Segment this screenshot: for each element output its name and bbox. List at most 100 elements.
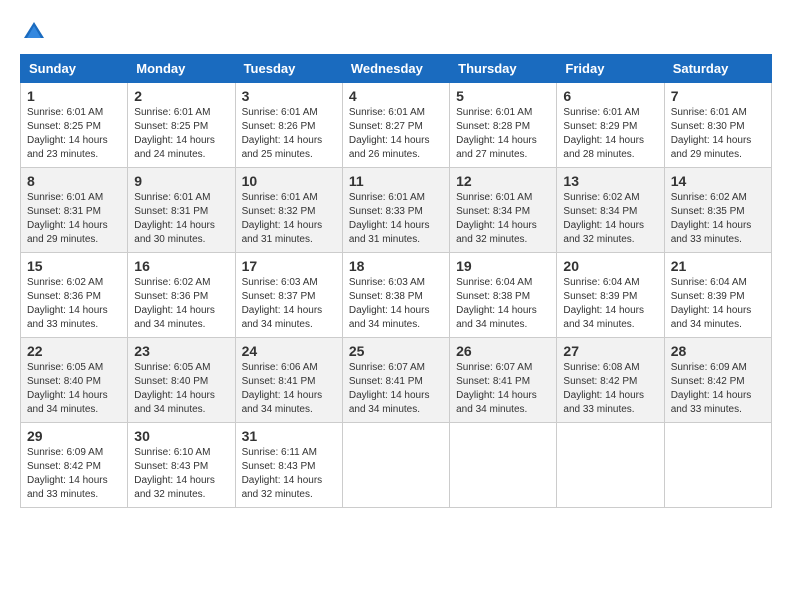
calendar-cell <box>664 423 771 508</box>
page-header <box>20 20 772 44</box>
cell-content: Sunrise: 6:04 AMSunset: 8:39 PMDaylight:… <box>671 276 765 332</box>
calendar-header-monday: Monday <box>128 55 235 83</box>
calendar-header-tuesday: Tuesday <box>235 55 342 83</box>
calendar-cell: 10 Sunrise: 6:01 AMSunset: 8:32 PMDayligh… <box>235 168 342 253</box>
calendar-header-sunday: Sunday <box>21 55 128 83</box>
day-number: 10 <box>242 173 336 189</box>
calendar-cell: 16 Sunrise: 6:02 AMSunset: 8:36 PMDayligh… <box>128 253 235 338</box>
day-number: 29 <box>27 428 121 444</box>
calendar-cell: 12 Sunrise: 6:01 AMSunset: 8:34 PMDayligh… <box>450 168 557 253</box>
cell-content: Sunrise: 6:07 AMSunset: 8:41 PMDaylight:… <box>349 361 443 417</box>
cell-content: Sunrise: 6:09 AMSunset: 8:42 PMDaylight:… <box>671 361 765 417</box>
calendar-week-2: 8 Sunrise: 6:01 AMSunset: 8:31 PMDaylight… <box>21 168 772 253</box>
day-number: 3 <box>242 88 336 104</box>
calendar-cell: 17 Sunrise: 6:03 AMSunset: 8:37 PMDayligh… <box>235 253 342 338</box>
cell-content: Sunrise: 6:07 AMSunset: 8:41 PMDaylight:… <box>456 361 550 417</box>
day-number: 15 <box>27 258 121 274</box>
cell-content: Sunrise: 6:02 AMSunset: 8:36 PMDaylight:… <box>134 276 228 332</box>
day-number: 31 <box>242 428 336 444</box>
calendar-cell: 28 Sunrise: 6:09 AMSunset: 8:42 PMDayligh… <box>664 338 771 423</box>
day-number: 27 <box>563 343 657 359</box>
day-number: 6 <box>563 88 657 104</box>
day-number: 28 <box>671 343 765 359</box>
day-number: 26 <box>456 343 550 359</box>
day-number: 25 <box>349 343 443 359</box>
calendar-header-thursday: Thursday <box>450 55 557 83</box>
cell-content: Sunrise: 6:06 AMSunset: 8:41 PMDaylight:… <box>242 361 336 417</box>
calendar-week-4: 22 Sunrise: 6:05 AMSunset: 8:40 PMDayligh… <box>21 338 772 423</box>
cell-content: Sunrise: 6:01 AMSunset: 8:27 PMDaylight:… <box>349 106 443 162</box>
cell-content: Sunrise: 6:01 AMSunset: 8:28 PMDaylight:… <box>456 106 550 162</box>
calendar-cell: 22 Sunrise: 6:05 AMSunset: 8:40 PMDayligh… <box>21 338 128 423</box>
cell-content: Sunrise: 6:02 AMSunset: 8:35 PMDaylight:… <box>671 191 765 247</box>
day-number: 11 <box>349 173 443 189</box>
calendar-cell <box>557 423 664 508</box>
calendar-cell: 23 Sunrise: 6:05 AMSunset: 8:40 PMDayligh… <box>128 338 235 423</box>
cell-content: Sunrise: 6:03 AMSunset: 8:38 PMDaylight:… <box>349 276 443 332</box>
calendar-cell: 19 Sunrise: 6:04 AMSunset: 8:38 PMDayligh… <box>450 253 557 338</box>
day-number: 22 <box>27 343 121 359</box>
calendar-cell: 25 Sunrise: 6:07 AMSunset: 8:41 PMDayligh… <box>342 338 449 423</box>
logo <box>20 20 46 44</box>
day-number: 16 <box>134 258 228 274</box>
cell-content: Sunrise: 6:01 AMSunset: 8:26 PMDaylight:… <box>242 106 336 162</box>
calendar-cell: 13 Sunrise: 6:02 AMSunset: 8:34 PMDayligh… <box>557 168 664 253</box>
cell-content: Sunrise: 6:01 AMSunset: 8:31 PMDaylight:… <box>134 191 228 247</box>
calendar-week-3: 15 Sunrise: 6:02 AMSunset: 8:36 PMDayligh… <box>21 253 772 338</box>
day-number: 19 <box>456 258 550 274</box>
cell-content: Sunrise: 6:03 AMSunset: 8:37 PMDaylight:… <box>242 276 336 332</box>
calendar-week-5: 29 Sunrise: 6:09 AMSunset: 8:42 PMDayligh… <box>21 423 772 508</box>
calendar-cell: 20 Sunrise: 6:04 AMSunset: 8:39 PMDayligh… <box>557 253 664 338</box>
day-number: 5 <box>456 88 550 104</box>
day-number: 13 <box>563 173 657 189</box>
calendar-cell: 6Sunrise: 6:01 AMSunset: 8:29 PMDaylight… <box>557 83 664 168</box>
calendar-cell <box>342 423 449 508</box>
day-number: 24 <box>242 343 336 359</box>
day-number: 17 <box>242 258 336 274</box>
cell-content: Sunrise: 6:04 AMSunset: 8:39 PMDaylight:… <box>563 276 657 332</box>
calendar-cell: 9Sunrise: 6:01 AMSunset: 8:31 PMDaylight… <box>128 168 235 253</box>
day-number: 12 <box>456 173 550 189</box>
cell-content: Sunrise: 6:01 AMSunset: 8:33 PMDaylight:… <box>349 191 443 247</box>
cell-content: Sunrise: 6:02 AMSunset: 8:34 PMDaylight:… <box>563 191 657 247</box>
calendar-cell: 1 Sunrise: 6:01 AMSunset: 8:25 PMDaylight… <box>21 83 128 168</box>
day-number: 23 <box>134 343 228 359</box>
cell-content: Sunrise: 6:02 AMSunset: 8:36 PMDaylight:… <box>27 276 121 332</box>
cell-content: Sunrise: 6:05 AMSunset: 8:40 PMDaylight:… <box>134 361 228 417</box>
cell-content: Sunrise: 6:01 AMSunset: 8:34 PMDaylight:… <box>456 191 550 247</box>
calendar-week-1: 1 Sunrise: 6:01 AMSunset: 8:25 PMDaylight… <box>21 83 772 168</box>
calendar-cell: 7Sunrise: 6:01 AMSunset: 8:30 PMDaylight… <box>664 83 771 168</box>
calendar-cell: 15 Sunrise: 6:02 AMSunset: 8:36 PMDayligh… <box>21 253 128 338</box>
calendar-cell: 2 Sunrise: 6:01 AMSunset: 8:25 PMDaylight… <box>128 83 235 168</box>
cell-content: Sunrise: 6:01 AMSunset: 8:32 PMDaylight:… <box>242 191 336 247</box>
calendar-cell: 5 Sunrise: 6:01 AMSunset: 8:28 PMDaylight… <box>450 83 557 168</box>
cell-content: Sunrise: 6:05 AMSunset: 8:40 PMDaylight:… <box>27 361 121 417</box>
cell-content: Sunrise: 6:11 AMSunset: 8:43 PMDaylight:… <box>242 446 336 502</box>
calendar-cell: 14 Sunrise: 6:02 AMSunset: 8:35 PMDayligh… <box>664 168 771 253</box>
day-number: 1 <box>27 88 121 104</box>
cell-content: Sunrise: 6:09 AMSunset: 8:42 PMDaylight:… <box>27 446 121 502</box>
calendar-header-saturday: Saturday <box>664 55 771 83</box>
cell-content: Sunrise: 6:04 AMSunset: 8:38 PMDaylight:… <box>456 276 550 332</box>
calendar-cell: 18Sunrise: 6:03 AMSunset: 8:38 PMDayligh… <box>342 253 449 338</box>
calendar-header-row: SundayMondayTuesdayWednesdayThursdayFrid… <box>21 55 772 83</box>
day-number: 8 <box>27 173 121 189</box>
calendar-header-wednesday: Wednesday <box>342 55 449 83</box>
calendar-header-friday: Friday <box>557 55 664 83</box>
day-number: 30 <box>134 428 228 444</box>
day-number: 14 <box>671 173 765 189</box>
calendar-cell: 27Sunrise: 6:08 AMSunset: 8:42 PMDayligh… <box>557 338 664 423</box>
cell-content: Sunrise: 6:01 AMSunset: 8:31 PMDaylight:… <box>27 191 121 247</box>
day-number: 4 <box>349 88 443 104</box>
day-number: 2 <box>134 88 228 104</box>
day-number: 21 <box>671 258 765 274</box>
cell-content: Sunrise: 6:01 AMSunset: 8:25 PMDaylight:… <box>27 106 121 162</box>
calendar-cell: 24 Sunrise: 6:06 AMSunset: 8:41 PMDayligh… <box>235 338 342 423</box>
cell-content: Sunrise: 6:01 AMSunset: 8:25 PMDaylight:… <box>134 106 228 162</box>
logo-icon <box>22 20 46 44</box>
cell-content: Sunrise: 6:01 AMSunset: 8:30 PMDaylight:… <box>671 106 765 162</box>
calendar-table: SundayMondayTuesdayWednesdayThursdayFrid… <box>20 54 772 508</box>
calendar-cell: 30Sunrise: 6:10 AMSunset: 8:43 PMDayligh… <box>128 423 235 508</box>
calendar-cell: 31 Sunrise: 6:11 AMSunset: 8:43 PMDayligh… <box>235 423 342 508</box>
day-number: 20 <box>563 258 657 274</box>
